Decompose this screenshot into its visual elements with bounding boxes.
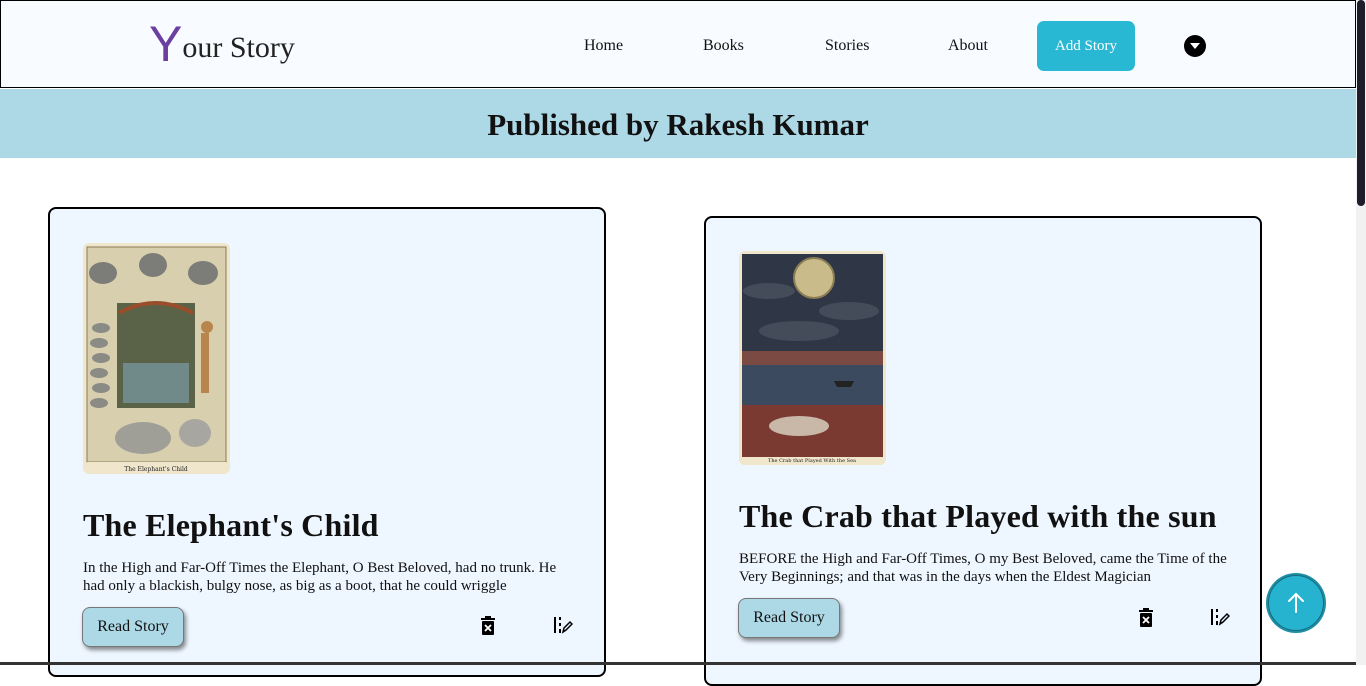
navbar: Your Story Home Books Stories About Add …	[0, 0, 1356, 88]
edit-icon[interactable]	[553, 615, 573, 635]
story-title: The Elephant's Child	[83, 507, 379, 543]
profile-dropdown-icon[interactable]	[1184, 35, 1206, 57]
story-excerpt: BEFORE the High and Far-Off Times, O my …	[739, 551, 1227, 585]
story-card: The Crab that Played With the Sea The Cr…	[704, 216, 1262, 686]
story-cover-image: The Crab that Played With the Sea	[739, 251, 886, 465]
cover-caption: The Crab that Played With the Sea	[768, 458, 856, 464]
arrow-up-icon	[1288, 592, 1304, 613]
nav-books-link[interactable]: Books	[703, 37, 744, 55]
vertical-scrollbar[interactable]	[1356, 0, 1366, 665]
logo-text: our Story	[182, 31, 295, 64]
delete-icon[interactable]	[478, 616, 498, 636]
cover-caption: The Elephant's Child	[124, 466, 188, 473]
site-logo[interactable]: Your Story	[149, 15, 295, 73]
read-story-button[interactable]: Read Story	[82, 607, 184, 647]
story-title: The Crab that Played with the sun	[739, 498, 1217, 534]
scrollbar-thumb[interactable]	[1357, 0, 1365, 206]
read-story-button[interactable]: Read Story	[738, 598, 840, 638]
nav-about-link[interactable]: About	[948, 37, 988, 55]
logo-initial: Y	[149, 16, 183, 72]
story-excerpt: In the High and Far-Off Times the Elepha…	[83, 560, 557, 594]
publisher-banner: Published by Rakesh Kumar	[0, 89, 1356, 158]
add-story-button[interactable]: Add Story	[1037, 21, 1135, 71]
delete-icon[interactable]	[1136, 608, 1156, 628]
nav-stories-link[interactable]: Stories	[825, 37, 869, 55]
nav-home-link[interactable]: Home	[584, 37, 623, 55]
story-cover-image: The Elephant's Child	[83, 243, 230, 474]
page-title: Published by Rakesh Kumar	[487, 107, 869, 142]
edit-icon[interactable]	[1210, 607, 1230, 627]
scroll-to-top-button[interactable]	[1268, 575, 1324, 631]
story-card: The Elephant's Child The Elephant's Chil…	[48, 207, 606, 677]
